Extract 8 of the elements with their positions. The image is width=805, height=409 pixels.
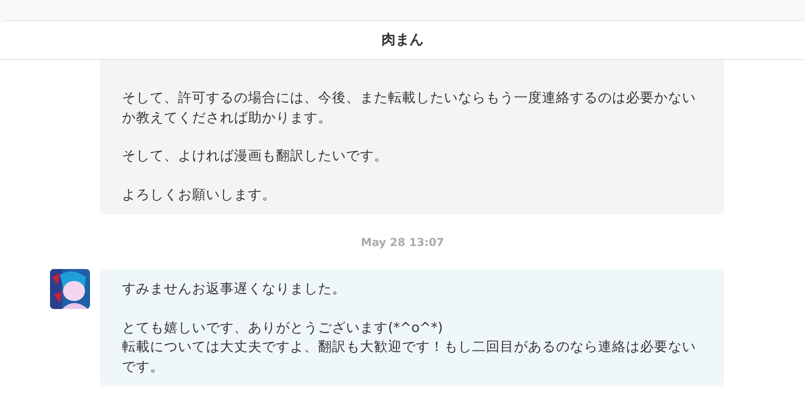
message-text: とても嬉しいです、ありがとうございます(*^o^*) 転載については大丈夫ですよ、翻訳も大歓迎です！もし二回目があるのなら連絡は必要ない です。 xyxy=(122,318,697,376)
chat-title: 肉まん xyxy=(382,31,424,49)
message-text: すみませんお返事遅くなりました。 xyxy=(122,280,347,299)
message-text: そして、許可するの場合には、今後、また転載したいならもう一度連絡するのは必要かない か教えてくだされば助かります。 xyxy=(122,89,697,128)
message-text: そして、よければ漫画も翻訳したいです。 xyxy=(122,147,389,166)
message-text: よろしくお願いします。 xyxy=(122,186,277,204)
timestamp: May 28 13:07 xyxy=(360,236,444,249)
avatar xyxy=(50,269,90,309)
